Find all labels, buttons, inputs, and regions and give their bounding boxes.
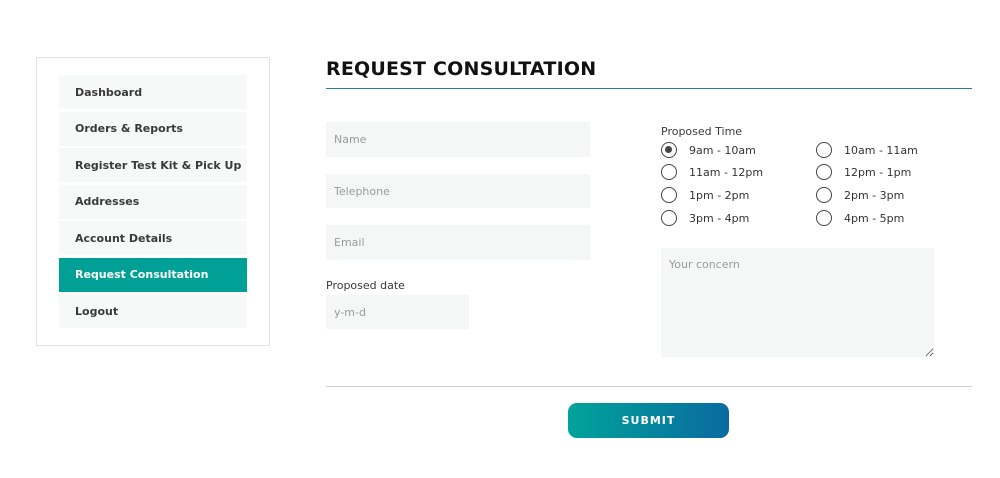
page-title: REQUEST CONSULTATION — [326, 58, 597, 80]
proposed-date-input[interactable] — [326, 295, 469, 329]
radio-button[interactable] — [661, 210, 677, 226]
sidebar-item-dashboard[interactable]: Dashboard — [59, 75, 247, 109]
time-option-12pm-1pm[interactable]: 12pm - 1pm — [816, 164, 911, 180]
radio-button[interactable] — [816, 164, 832, 180]
time-option-label: 9am - 10am — [689, 143, 756, 157]
time-option-label: 1pm - 2pm — [689, 188, 750, 202]
time-option-10am-11am[interactable]: 10am - 11am — [816, 142, 918, 158]
telephone-input[interactable] — [326, 174, 590, 208]
time-option-label: 2pm - 3pm — [844, 188, 905, 202]
radio-button[interactable] — [816, 210, 832, 226]
sidebar-item-logout[interactable]: Logout — [59, 294, 247, 328]
time-option-3pm-4pm[interactable]: 3pm - 4pm — [661, 210, 749, 226]
time-option-9am-10am[interactable]: 9am - 10am — [661, 142, 756, 158]
sidebar-nav: Dashboard Orders & Reports Register Test… — [59, 75, 247, 331]
sidebar-item-request-consultation[interactable]: Request Consultation — [59, 257, 247, 292]
time-option-2pm-3pm[interactable]: 2pm - 3pm — [816, 187, 904, 203]
radio-button[interactable] — [661, 187, 677, 203]
concern-textarea[interactable] — [661, 248, 934, 357]
time-option-label: 11am - 12pm — [689, 165, 764, 179]
time-option-label: 10am - 11am — [844, 143, 918, 157]
time-option-label: 12pm - 1pm — [844, 165, 912, 179]
radio-button[interactable] — [816, 187, 832, 203]
name-input[interactable] — [326, 122, 590, 157]
email-input[interactable] — [326, 225, 590, 260]
time-option-1pm-2pm[interactable]: 1pm - 2pm — [661, 187, 749, 203]
proposed-time-label: Proposed Time — [661, 125, 743, 138]
time-option-label: 3pm - 4pm — [689, 211, 750, 225]
form-divider — [326, 386, 972, 387]
sidebar-item-account-details[interactable]: Account Details — [59, 221, 247, 255]
radio-button[interactable] — [661, 142, 677, 158]
sidebar-item-orders-reports[interactable]: Orders & Reports — [59, 111, 247, 146]
title-divider — [326, 88, 972, 89]
time-option-11am-12pm[interactable]: 11am - 12pm — [661, 164, 763, 180]
sidebar-item-register-test-kit[interactable]: Register Test Kit & Pick Up — [59, 148, 247, 182]
radio-button[interactable] — [661, 164, 677, 180]
proposed-date-label: Proposed date — [326, 279, 405, 292]
time-option-4pm-5pm[interactable]: 4pm - 5pm — [816, 210, 904, 226]
submit-button[interactable]: SUBMIT — [568, 403, 729, 438]
time-option-label: 4pm - 5pm — [844, 211, 905, 225]
radio-button[interactable] — [816, 142, 832, 158]
sidebar-item-addresses[interactable]: Addresses — [59, 184, 247, 219]
account-sidebar: Dashboard Orders & Reports Register Test… — [36, 57, 270, 346]
